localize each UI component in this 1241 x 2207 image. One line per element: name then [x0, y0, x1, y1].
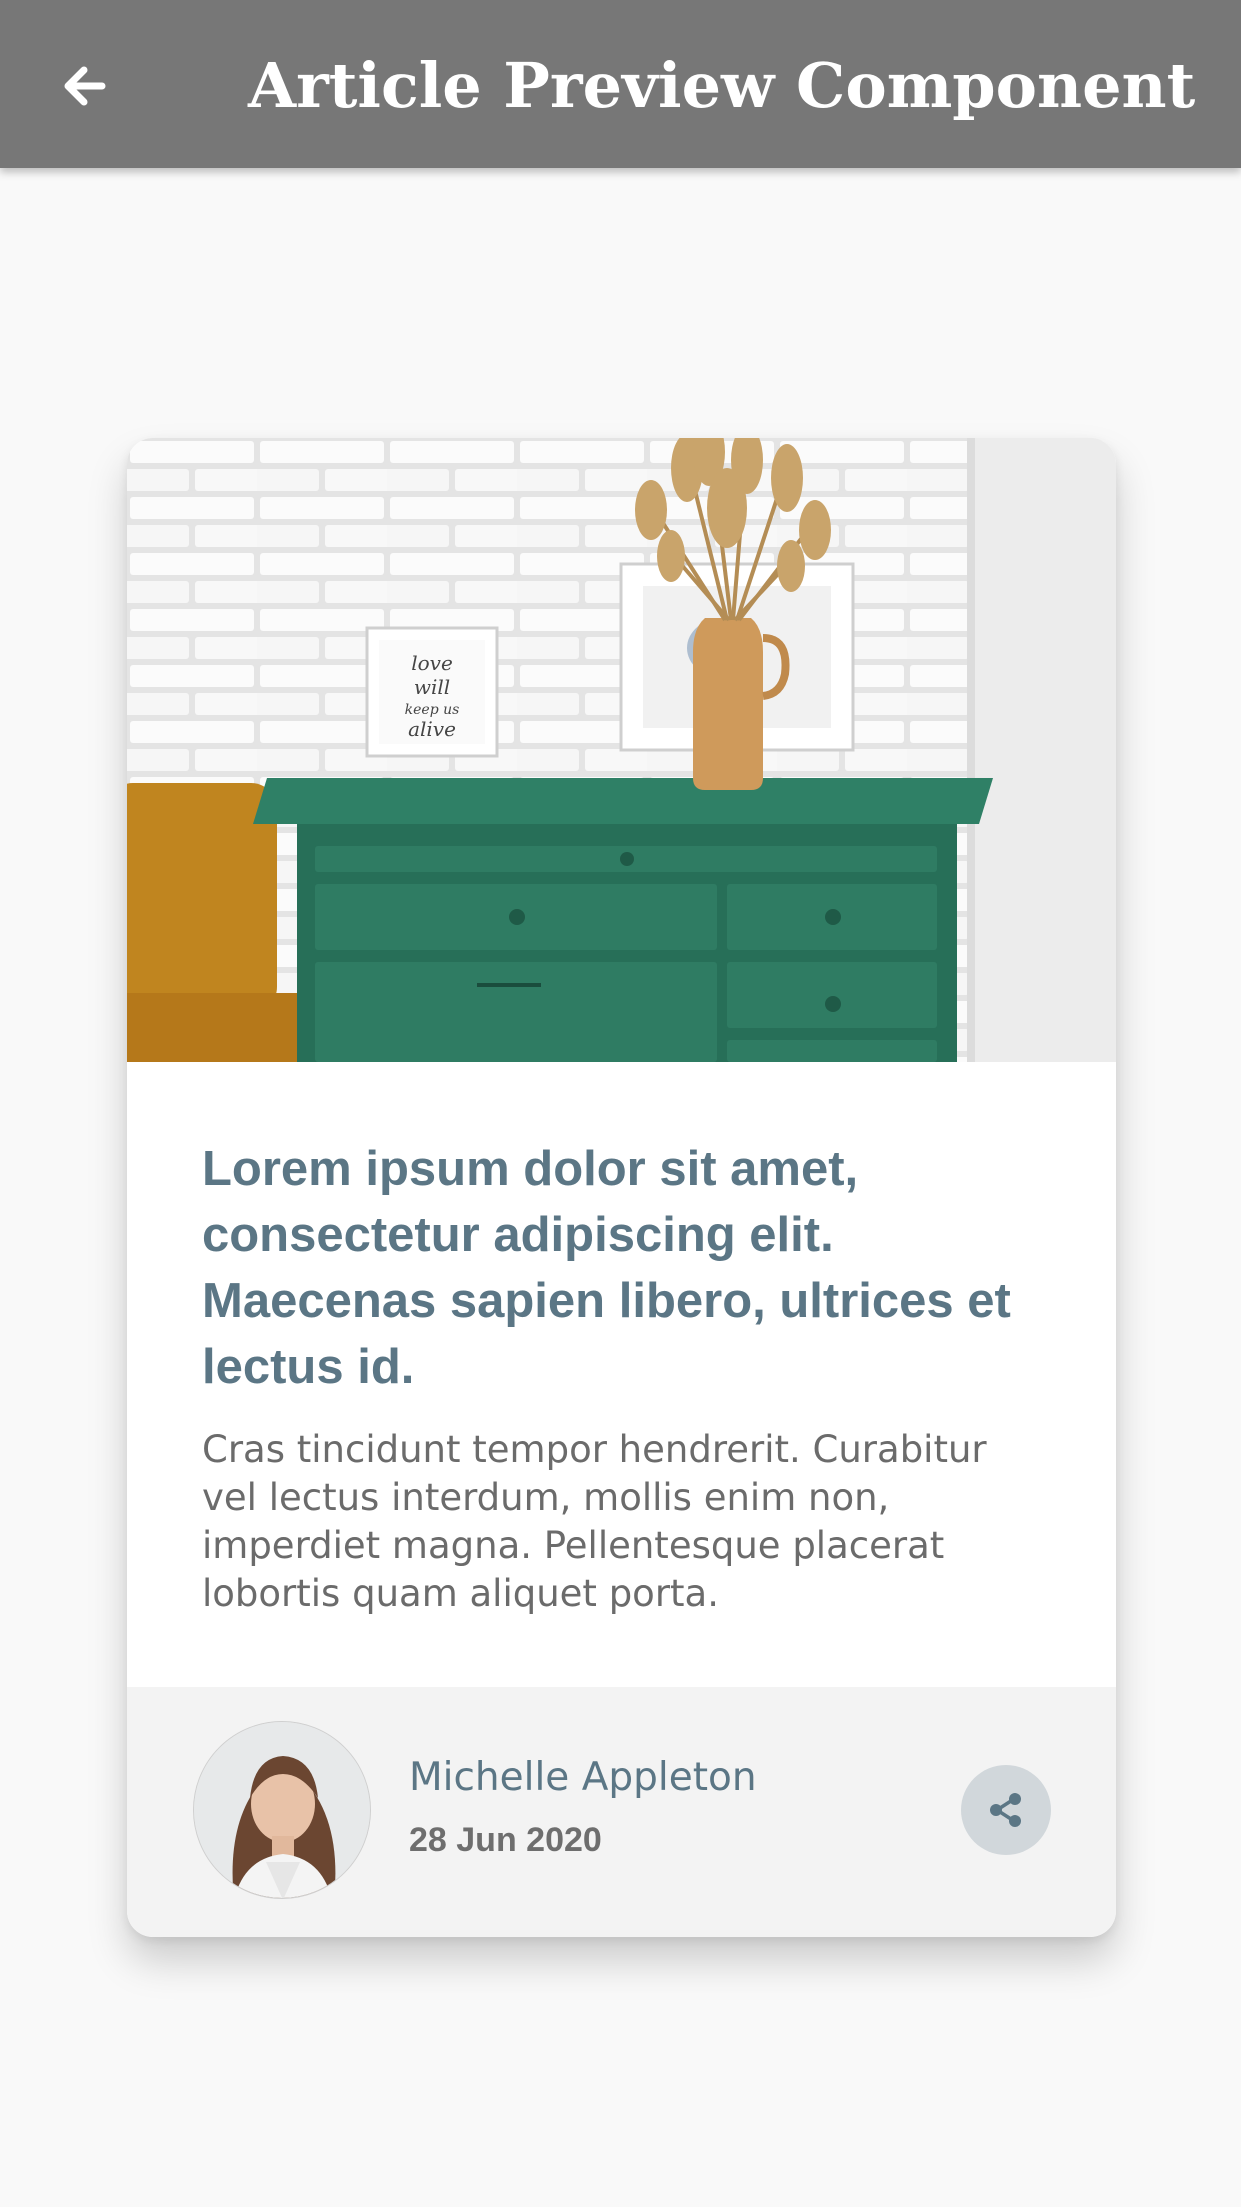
share-button[interactable]: [961, 1765, 1051, 1855]
app-bar: Article Preview Component: [0, 0, 1241, 168]
svg-text:alive: alive: [408, 717, 456, 741]
article-headline[interactable]: Lorem ipsum dolor sit amet, consectetur …: [202, 1136, 1052, 1400]
svg-text:will: will: [414, 675, 450, 699]
svg-text:love: love: [411, 651, 453, 675]
article-footer: Michelle Appleton 28 Jun 2020: [127, 1687, 1116, 1937]
author-name: Michelle Appleton: [409, 1755, 757, 1800]
publish-date: 28 Jun 2020: [409, 1821, 602, 1859]
back-button[interactable]: [48, 50, 120, 122]
share-icon: [990, 1793, 1021, 1827]
article-excerpt: Cras tincidunt tempor hendrerit. Curabit…: [202, 1428, 987, 1615]
article-image: love will keep us alive: [127, 438, 1116, 1062]
avatar: [193, 1721, 371, 1899]
article-content: Lorem ipsum dolor sit amet, consectetur …: [202, 1136, 1052, 1618]
arrow-left-icon: [64, 66, 106, 106]
page-title: Article Preview Component: [248, 49, 1196, 122]
svg-text:keep us: keep us: [405, 702, 460, 718]
article-card: love will keep us alive Lorem ipsum dolo…: [127, 438, 1116, 1937]
